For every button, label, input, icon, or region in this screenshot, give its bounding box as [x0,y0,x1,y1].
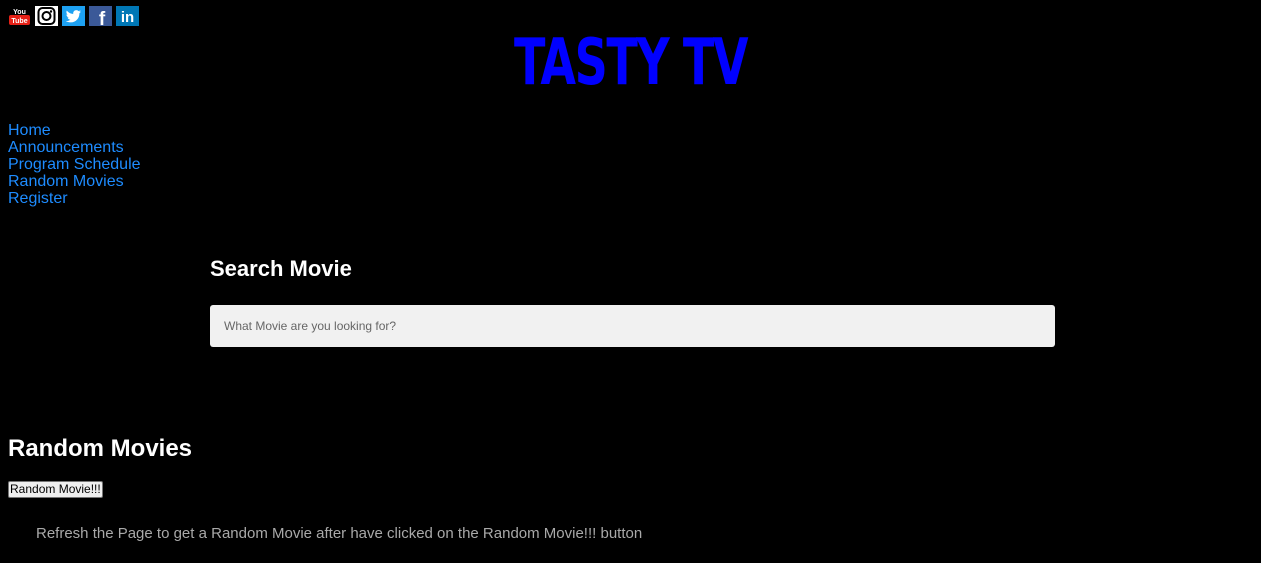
youtube-link[interactable]: You Tube [8,6,31,26]
page: You Tube f in TASTY TV Home Announcement… [0,0,1261,563]
nav-link-home[interactable]: Home [8,122,141,139]
twitter-link[interactable] [62,6,85,26]
youtube-icon: You Tube [8,6,31,26]
linkedin-icon-text: in [121,9,134,26]
linkedin-icon: in [116,6,139,26]
facebook-icon: f [89,6,112,26]
facebook-icon-text: f [99,9,106,26]
movie-search-input[interactable] [210,305,1055,347]
nav-item-register: Register [8,190,141,207]
refresh-note: Refresh the Page to get a Random Movie a… [36,525,643,542]
search-heading: Search Movie [210,256,352,281]
nav-link-random-movies[interactable]: Random Movies [8,173,141,190]
twitter-icon [62,6,85,26]
main-nav: Home Announcements Program Schedule Rand… [8,122,141,207]
facebook-link[interactable]: f [89,6,112,26]
instagram-link[interactable] [35,6,58,26]
nav-item-announcements: Announcements [8,139,141,156]
instagram-icon [35,6,58,26]
youtube-icon-top-text: You [13,9,26,16]
nav-item-random-movies: Random Movies [8,173,141,190]
youtube-icon-bottom-text: Tube [11,18,27,25]
site-title: TASTY TV [513,26,749,100]
nav-link-announcements[interactable]: Announcements [8,139,141,156]
social-links: You Tube f in [8,6,139,26]
random-movie-button[interactable]: Random Movie!!! [8,481,103,498]
random-movies-heading: Random Movies [8,435,193,462]
nav-link-register[interactable]: Register [8,190,141,207]
linkedin-link[interactable]: in [116,6,139,26]
nav-item-program-schedule: Program Schedule [8,156,141,173]
nav-link-program-schedule[interactable]: Program Schedule [8,156,141,173]
nav-item-home: Home [8,122,141,139]
